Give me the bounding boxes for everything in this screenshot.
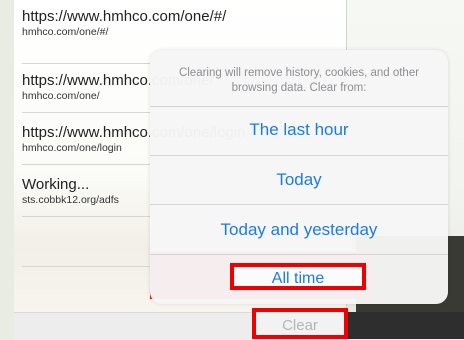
option-all-time-button[interactable]: All time bbox=[230, 263, 366, 290]
clear-button-label: Clear bbox=[282, 317, 318, 334]
option-today-button[interactable]: Today bbox=[150, 170, 448, 190]
history-item[interactable]: https://www.hmhco.com/one/#/ hmhco.com/o… bbox=[22, 8, 342, 39]
clear-button[interactable]: Clear bbox=[252, 308, 348, 339]
clear-history-sheet: Clearing will remove history, cookies, a… bbox=[150, 50, 448, 304]
option-all-time-label: All time bbox=[271, 270, 325, 287]
history-domain: hmhco.com/one/#/ bbox=[22, 26, 109, 38]
footer-dark-area bbox=[340, 312, 464, 339]
history-url: https://www.hmhco.com/one/#/ bbox=[22, 8, 227, 25]
divider bbox=[150, 155, 448, 156]
divider bbox=[150, 204, 448, 205]
clear-sheet-message: Clearing will remove history, cookies, a… bbox=[178, 67, 420, 94]
option-last-hour-button[interactable]: The last hour bbox=[150, 120, 448, 140]
option-today-yesterday-button[interactable]: Today and yesterday bbox=[150, 220, 448, 240]
divider bbox=[150, 106, 448, 107]
divider bbox=[150, 254, 448, 255]
